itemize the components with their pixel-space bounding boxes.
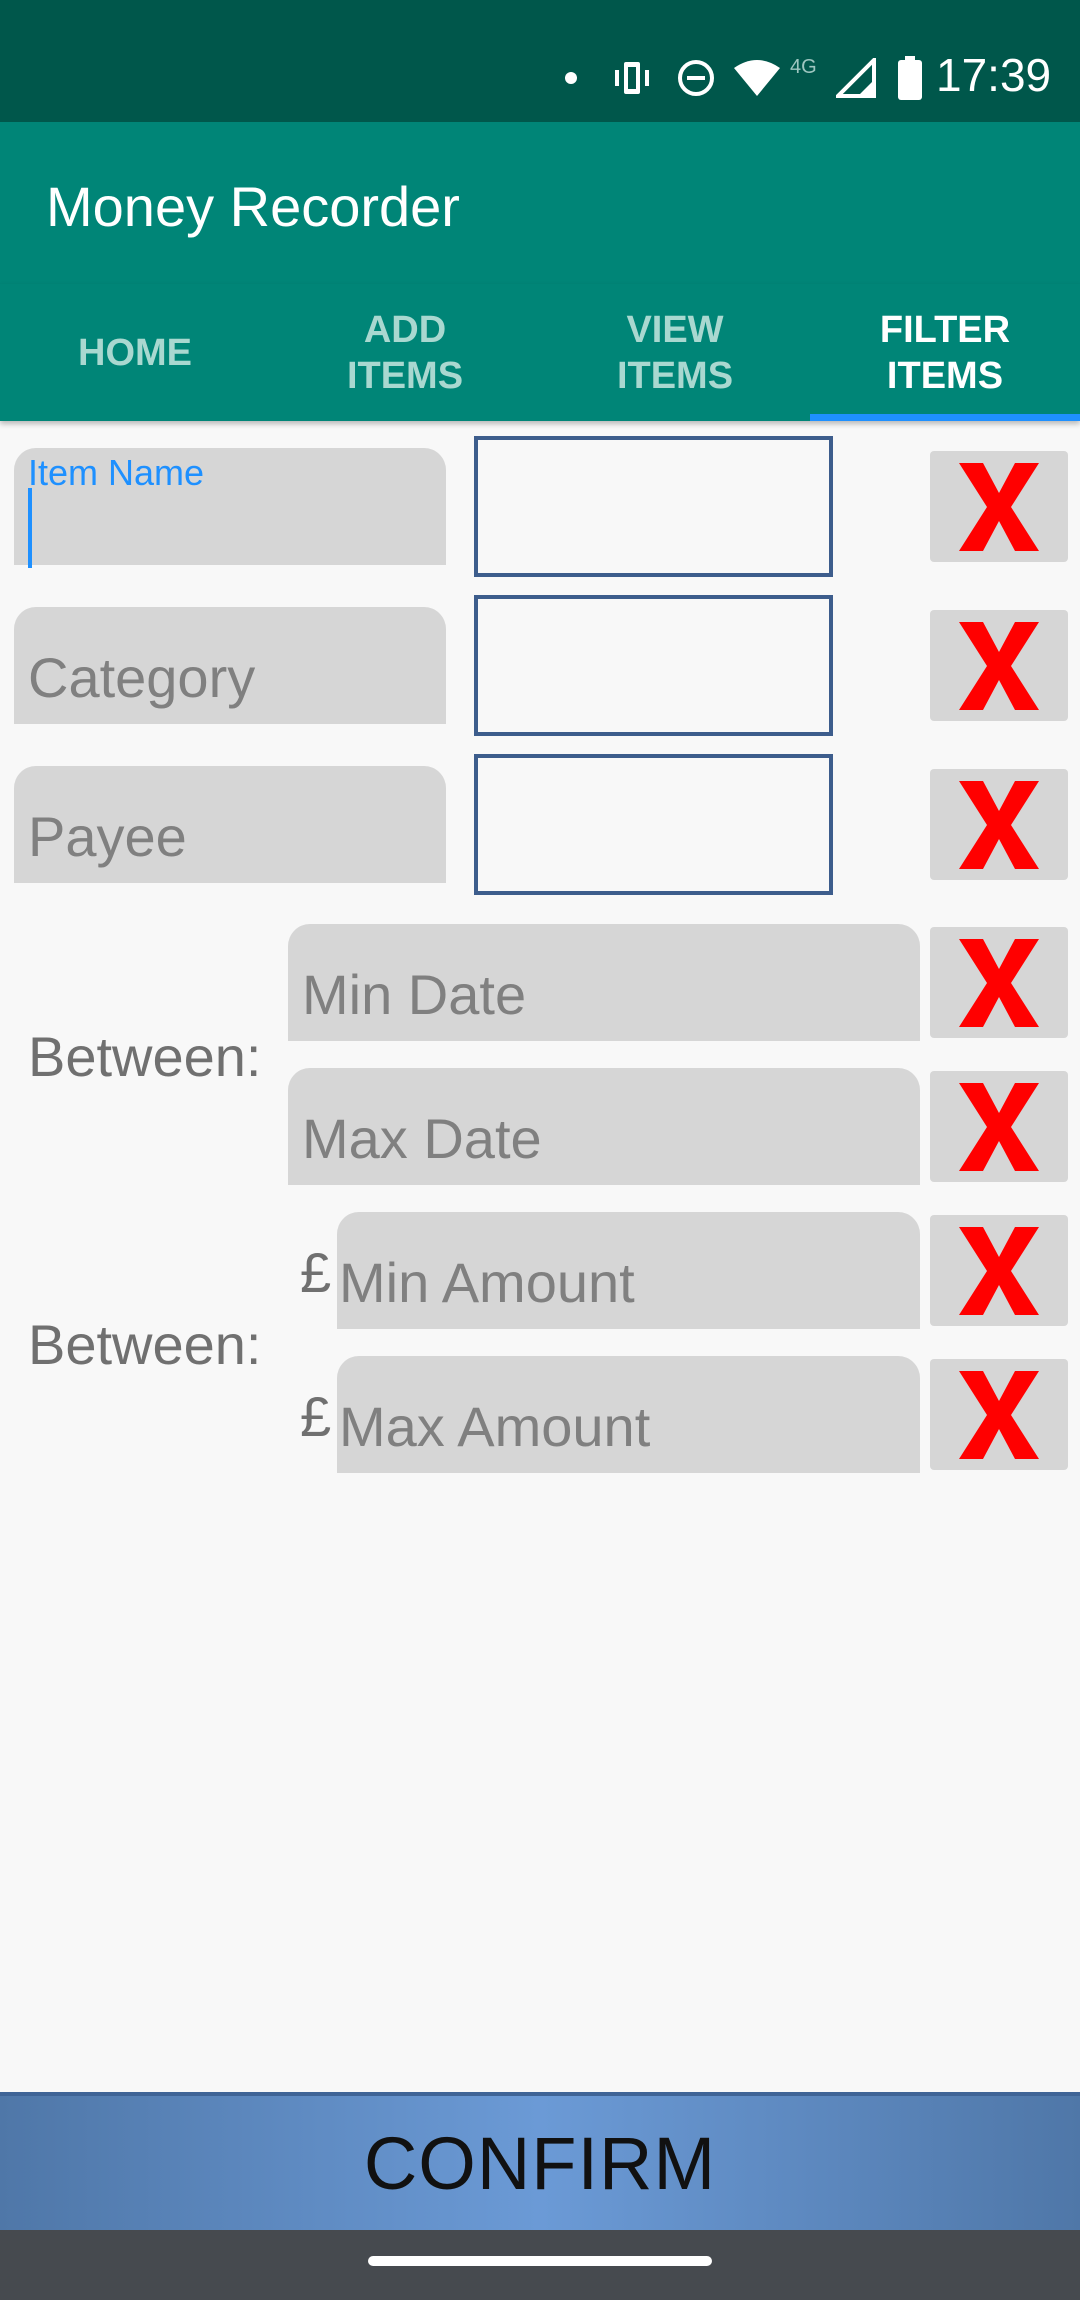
payee-input[interactable]: Payee xyxy=(14,766,446,883)
network-type-label: 4G xyxy=(790,56,817,78)
tab-view-items[interactable]: VIEW ITEMS xyxy=(540,284,810,421)
tab-filter-items[interactable]: FILTER ITEMS xyxy=(810,284,1080,421)
payee-placeholder: Payee xyxy=(28,805,187,868)
currency-symbol: £ xyxy=(300,1241,332,1304)
item-name-value-box[interactable] xyxy=(474,436,833,577)
system-nav-bar xyxy=(0,2230,1080,2300)
clear-min-amount-button[interactable] xyxy=(930,1215,1068,1326)
min-date-input[interactable]: Min Date xyxy=(288,924,920,1041)
payee-value-box[interactable] xyxy=(474,754,833,895)
clear-max-amount-button[interactable] xyxy=(930,1359,1068,1470)
item-name-label: Item Name xyxy=(28,452,205,493)
max-amount-input[interactable]: Max Amount xyxy=(337,1356,920,1473)
close-icon xyxy=(959,1370,1039,1459)
clock: 17:39 xyxy=(936,49,1052,101)
battery-icon xyxy=(898,56,922,100)
clear-payee-button[interactable] xyxy=(930,769,1068,880)
category-input[interactable]: Category xyxy=(14,607,446,724)
clear-min-date-button[interactable] xyxy=(930,927,1068,1038)
currency-symbol: £ xyxy=(300,1385,332,1448)
close-icon xyxy=(959,1226,1039,1315)
do-not-disturb-icon xyxy=(678,60,714,96)
close-icon xyxy=(959,462,1039,551)
wifi-icon xyxy=(734,60,780,96)
amount-between-label: Between: xyxy=(28,1313,262,1376)
min-date-placeholder: Min Date xyxy=(302,963,527,1026)
min-amount-input[interactable]: Min Amount xyxy=(337,1212,920,1329)
close-icon xyxy=(959,938,1039,1027)
cell-signal-icon xyxy=(836,58,876,98)
home-gesture-handle[interactable] xyxy=(368,2256,712,2266)
app-bar: Money Recorder xyxy=(0,122,1080,284)
app-title: Money Recorder xyxy=(46,175,460,238)
max-date-placeholder: Max Date xyxy=(302,1107,542,1170)
date-between-label: Between: xyxy=(28,1025,262,1088)
status-bar: 4G 17:39 xyxy=(0,0,1080,122)
max-date-input[interactable]: Max Date xyxy=(288,1068,920,1185)
close-icon xyxy=(959,780,1039,869)
vibrate-icon xyxy=(615,62,649,94)
clear-max-date-button[interactable] xyxy=(930,1071,1068,1182)
confirm-button[interactable]: CONFIRM xyxy=(0,2092,1080,2230)
clear-category-button[interactable] xyxy=(930,610,1068,721)
close-icon xyxy=(959,1082,1039,1171)
category-placeholder: Category xyxy=(28,646,256,709)
text-cursor xyxy=(28,488,32,568)
notification-dot-icon xyxy=(565,72,577,84)
item-name-input[interactable]: Item Name xyxy=(14,448,446,568)
max-amount-placeholder: Max Amount xyxy=(339,1395,651,1458)
category-value-box[interactable] xyxy=(474,595,833,736)
tab-add-items[interactable]: ADD ITEMS xyxy=(270,284,540,421)
min-amount-placeholder: Min Amount xyxy=(339,1251,635,1314)
close-icon xyxy=(959,621,1039,710)
tab-home[interactable]: HOME xyxy=(0,284,270,421)
tab-bar: HOME ADD ITEMS VIEW ITEMS FILTER ITEMS xyxy=(0,284,1080,421)
clear-item-name-button[interactable] xyxy=(930,451,1068,562)
